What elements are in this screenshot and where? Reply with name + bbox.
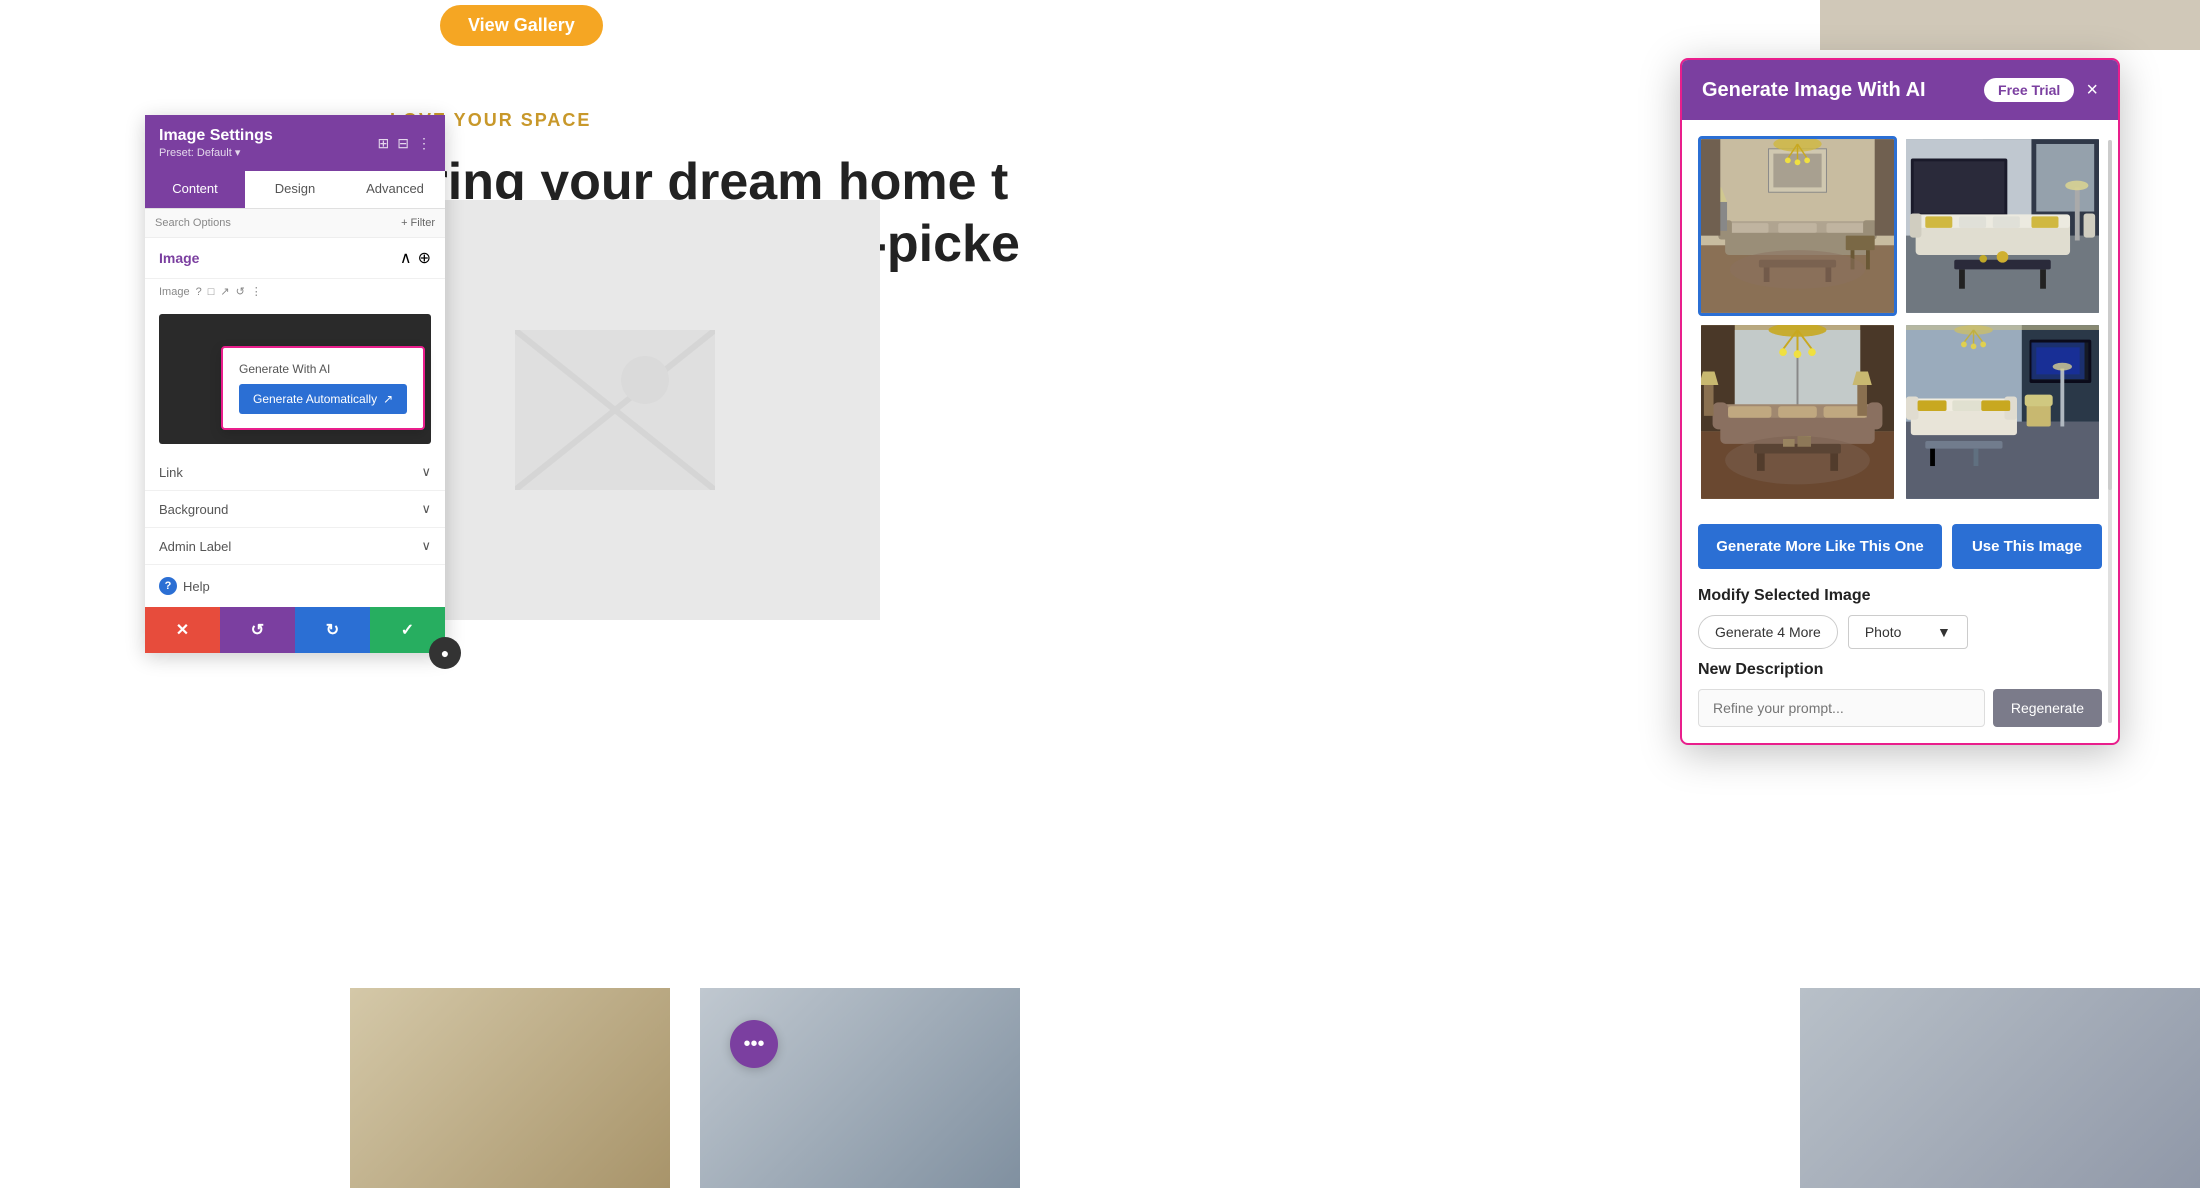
cursor-icon: ↗ <box>383 392 393 406</box>
chat-button[interactable]: ••• <box>730 1020 778 1068</box>
admin-label-section[interactable]: Admin Label ∨ <box>145 528 445 565</box>
modify-title: Modify Selected Image <box>1698 587 2102 605</box>
modify-section: Modify Selected Image Generate 4 More Ph… <box>1682 581 2118 661</box>
panel-title: Image Settings <box>159 127 273 145</box>
undo-button[interactable]: ↺ <box>220 607 295 653</box>
generate-4-button[interactable]: Generate 4 More <box>1698 615 1838 649</box>
use-image-button[interactable]: Use This Image <box>1952 524 2102 569</box>
close-modal-button[interactable]: × <box>2086 80 2098 100</box>
background-chevron: ∨ <box>421 501 431 517</box>
modify-controls: Generate 4 More Photo ▼ <box>1698 615 2102 649</box>
ai-modal-header-right: Free Trial × <box>1984 78 2098 102</box>
floating-dot[interactable]: ● <box>429 637 461 669</box>
generate-ai-popup: Generate With AI Generate Automatically … <box>221 346 425 430</box>
redo-button[interactable]: ↻ <box>295 607 370 653</box>
link-chevron: ∨ <box>421 464 431 480</box>
panel-header: Image Settings Preset: Default ▾ ⊞ ⊟ ⋮ <box>145 115 445 171</box>
panel-tabs: Content Design Advanced <box>145 171 445 209</box>
tab-advanced[interactable]: Advanced <box>345 171 445 208</box>
image-section-header[interactable]: Image ∧ ⊕ <box>159 248 431 268</box>
generate-automatically-button[interactable]: Generate Automatically ↗ <box>239 384 407 414</box>
ai-action-buttons: Generate More Like This One Use This Ima… <box>1682 512 2118 581</box>
help-section[interactable]: ? Help <box>145 565 445 607</box>
image-section-title: Image <box>159 250 199 266</box>
top-right-bg-image <box>1820 0 2200 50</box>
admin-label-chevron: ∨ <box>421 538 431 554</box>
toolbar-label: Image <box>159 286 190 298</box>
tab-design[interactable]: Design <box>245 171 345 208</box>
toolbar-menu[interactable]: ⋮ <box>251 285 262 298</box>
background-label: Background <box>159 502 228 517</box>
panel-header-left: Image Settings Preset: Default ▾ <box>159 127 273 159</box>
image-settings-panel: Image Settings Preset: Default ▾ ⊞ ⊟ ⋮ C… <box>145 115 445 653</box>
bottom-image-3 <box>1800 988 2200 1188</box>
ai-image-1[interactable] <box>1698 136 1897 316</box>
panel-icon-columns[interactable]: ⊟ <box>397 135 409 152</box>
help-label: Help <box>183 579 210 594</box>
help-icon: ? <box>159 577 177 595</box>
collapse-icon[interactable]: ∧ <box>400 248 412 268</box>
generate-ai-label: Generate With AI <box>239 362 407 376</box>
ai-modal-header: Generate Image With AI Free Trial × <box>1682 60 2118 120</box>
generate-auto-label: Generate Automatically <box>253 392 377 406</box>
ai-image-2[interactable] <box>1903 136 2102 316</box>
ai-image-4[interactable] <box>1903 322 2102 502</box>
link-label: Link <box>159 465 183 480</box>
ai-modal: Generate Image With AI Free Trial × <box>1680 58 2120 745</box>
scroll-indicator <box>2108 140 2112 723</box>
image-section: Image ∧ ⊕ <box>145 238 445 279</box>
panel-action-bar: ✕ ↺ ↻ ✓ <box>145 607 445 653</box>
more-icon[interactable]: ⊕ <box>418 248 431 268</box>
photo-label: Photo <box>1865 624 1902 640</box>
toolbar-undo[interactable]: ↺ <box>236 285 245 298</box>
panel-icon-grid[interactable]: ⊞ <box>378 135 390 152</box>
free-trial-badge: Free Trial <box>1984 78 2074 102</box>
panel-search-bar: Search Options + Filter <box>145 209 445 238</box>
ai-image-3[interactable] <box>1698 322 1897 502</box>
photo-chevron: ▼ <box>1937 624 1951 640</box>
background-section[interactable]: Background ∨ <box>145 491 445 528</box>
ai-image-grid <box>1682 120 2118 512</box>
toolbar-help[interactable]: ? <box>196 286 202 298</box>
link-section[interactable]: Link ∨ <box>145 454 445 491</box>
bottom-image-2 <box>700 988 1020 1188</box>
filter-button[interactable]: + Filter <box>401 217 435 229</box>
description-title: New Description <box>1698 661 2102 679</box>
ai-modal-title: Generate Image With AI <box>1702 79 1926 102</box>
search-label: Search Options <box>155 217 401 229</box>
image-toolbar: Image ? □ ↗ ↺ ⋮ <box>145 279 445 304</box>
photo-select[interactable]: Photo ▼ <box>1848 615 1968 649</box>
admin-label-text: Admin Label <box>159 539 231 554</box>
scroll-thumb <box>2108 140 2112 490</box>
toolbar-box[interactable]: □ <box>208 286 215 298</box>
toolbar-arrow[interactable]: ↗ <box>220 285 229 298</box>
cancel-button[interactable]: ✕ <box>145 607 220 653</box>
bottom-image-1 <box>350 988 670 1188</box>
description-section: New Description Regenerate <box>1682 661 2118 743</box>
panel-header-icons: ⊞ ⊟ ⋮ <box>378 135 431 152</box>
image-preview-area: Generate With AI Generate Automatically … <box>159 314 431 444</box>
description-input[interactable] <box>1698 689 1985 727</box>
view-gallery-button[interactable]: View Gallery <box>440 5 603 46</box>
panel-icon-more[interactable]: ⋮ <box>417 135 431 152</box>
regenerate-button[interactable]: Regenerate <box>1993 689 2102 727</box>
chat-icon: ••• <box>743 1033 764 1056</box>
tab-content[interactable]: Content <box>145 171 245 208</box>
generate-more-button[interactable]: Generate More Like This One <box>1698 524 1942 569</box>
panel-preset: Preset: Default ▾ <box>159 146 273 159</box>
description-row: Regenerate <box>1698 689 2102 727</box>
image-section-icons: ∧ ⊕ <box>400 248 431 268</box>
